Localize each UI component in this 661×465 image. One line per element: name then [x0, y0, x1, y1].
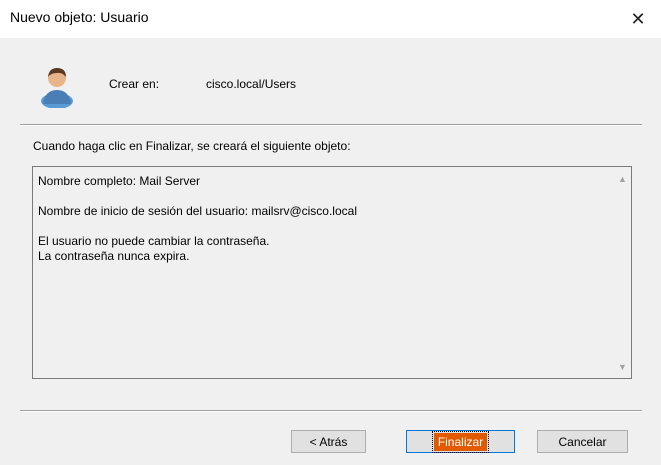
bottom-divider [20, 410, 642, 412]
info-text: Cuando haga clic en Finalizar, se creará… [33, 139, 351, 153]
vertical-scrollbar[interactable]: ▲ ▼ [614, 167, 631, 378]
window-title: Nuevo objeto: Usuario [10, 9, 149, 25]
top-divider [20, 124, 642, 126]
close-button[interactable]: ✕ [615, 0, 661, 38]
cancel-button[interactable]: Cancelar [537, 430, 628, 453]
close-icon: ✕ [630, 8, 646, 29]
finish-button[interactable]: Finalizar [406, 430, 515, 453]
summary-line-password-expiry: La contraseña nunca expira. [38, 249, 190, 263]
finish-button-label: Finalizar [431, 430, 490, 453]
summary-line-logon-name: Nombre de inicio de sesión del usuario: … [38, 204, 357, 218]
create-in-label: Crear en: [109, 77, 160, 91]
summary-text: Nombre completo: Mail Server Nombre de i… [38, 174, 357, 264]
scroll-down-icon[interactable]: ▼ [614, 358, 631, 375]
scroll-up-icon[interactable]: ▲ [614, 170, 631, 187]
back-button[interactable]: < Atrás [291, 430, 366, 453]
summary-box[interactable]: Nombre completo: Mail Server Nombre de i… [32, 166, 632, 379]
title-bar: Nuevo objeto: Usuario ✕ [0, 0, 661, 38]
summary-line-full-name: Nombre completo: Mail Server [38, 174, 201, 188]
user-icon [41, 68, 73, 108]
cancel-button-label: Cancelar [558, 434, 607, 449]
back-button-label: < Atrás [309, 434, 348, 449]
summary-line-password-change: El usuario no puede cambiar la contraseñ… [38, 234, 270, 248]
create-in-value: cisco.local/Users [206, 77, 297, 91]
